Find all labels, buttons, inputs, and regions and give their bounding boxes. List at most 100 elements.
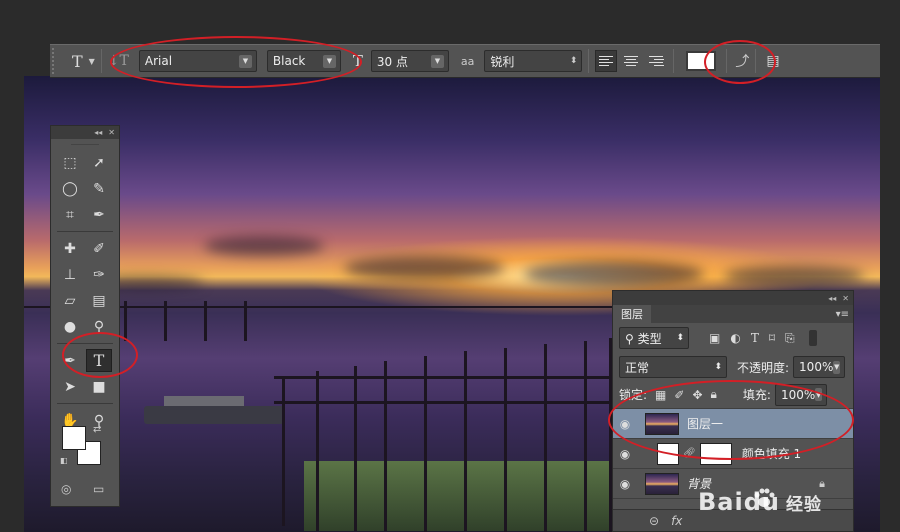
marquee-tool-icon[interactable]: ⬚ (57, 151, 83, 174)
chevron-down-icon: ▼ (430, 54, 444, 68)
link-layers-icon[interactable]: ⊝ (649, 514, 659, 528)
lock-all-icon[interactable]: 🔒︎ (711, 387, 717, 402)
layer-thumbnail (645, 472, 679, 495)
clone-stamp-tool-icon[interactable]: ⊥ (57, 263, 83, 286)
brush-tool-icon[interactable]: ✐ (86, 237, 112, 260)
fence-post (354, 366, 357, 531)
text-color-swatch[interactable] (686, 51, 717, 71)
gradient-tool-icon[interactable]: ▤ (86, 289, 112, 312)
preset-dropdown-arrow[interactable]: ▼ (89, 57, 95, 66)
tab-layers[interactable]: 图层 (613, 305, 651, 323)
move-tool-icon[interactable]: ➚ (86, 151, 112, 174)
font-size-select[interactable]: 30 点 ▼ (370, 50, 449, 72)
fence-post (244, 301, 247, 341)
font-family-select[interactable]: Arial ▼ (138, 50, 257, 72)
adjustment-filter-icon[interactable]: ◐ (730, 331, 740, 345)
antialias-select[interactable]: 锐利 ⬍ (484, 50, 583, 72)
path-select-tool-icon[interactable]: ➤ (57, 375, 83, 398)
filter-value: ⚲ 类型 (625, 331, 662, 346)
fence-post (384, 361, 387, 531)
close-icon[interactable]: ✕ (108, 128, 115, 137)
cloud (344, 256, 504, 280)
separator (673, 49, 675, 73)
pen-tool-icon[interactable]: ✒ (57, 349, 83, 372)
layer-thumbnail (645, 412, 679, 435)
fence-post (204, 301, 207, 341)
visibility-eye-icon[interactable]: ◉ (613, 477, 637, 491)
eyedropper-tool-icon[interactable]: ✒ (86, 203, 112, 226)
quick-select-tool-icon[interactable]: ✎ (86, 177, 112, 200)
rectangle-tool-icon[interactable]: ■ (86, 375, 112, 398)
fence-rail (274, 401, 634, 404)
separator (100, 49, 102, 73)
layers-panel-header[interactable]: ◂◂ ✕ (613, 291, 853, 305)
panel-menu-icon[interactable]: ▾≡ (836, 309, 849, 320)
screen-mode-icon[interactable]: ▭ (93, 482, 104, 496)
lock-pixels-icon[interactable]: ✐ (674, 388, 684, 402)
healing-brush-tool-icon[interactable]: ✚ (57, 237, 83, 260)
eraser-tool-icon[interactable]: ▱ (57, 289, 83, 312)
blend-mode-select[interactable]: 正常 ⬍ (619, 356, 727, 378)
smart-object-filter-icon[interactable]: ⎘ (785, 331, 795, 346)
type-tool-icon[interactable]: T (86, 349, 112, 372)
default-colors-icon[interactable]: ◧ (60, 456, 68, 465)
fill-value: 100% (780, 387, 816, 402)
layer-row[interactable]: ◉ 🔗︎ 颜色填充 1 (613, 439, 853, 469)
font-size-value: 30 点 (376, 54, 409, 69)
collapse-icon[interactable]: ◂◂ (94, 128, 102, 137)
visibility-eye-icon[interactable]: ◉ (613, 417, 637, 431)
lasso-tool-icon[interactable]: ◯ (57, 177, 83, 200)
chevron-down-icon: ▼ (815, 388, 822, 401)
fill-color-thumbnail (657, 442, 679, 465)
close-icon[interactable]: ✕ (842, 294, 849, 303)
layer-row[interactable]: ◉ 图层一 (613, 409, 853, 439)
fence-post (464, 351, 467, 531)
opacity-value: 100% (799, 360, 834, 374)
opacity-field[interactable]: 100% ▼ (793, 356, 846, 378)
foreground-color-swatch[interactable] (62, 426, 86, 450)
dodge-tool-icon[interactable]: ⚲ (86, 315, 112, 338)
blur-tool-icon[interactable]: ● (57, 315, 83, 338)
type-tool-preset-icon[interactable]: T (72, 52, 83, 71)
separator (755, 49, 757, 73)
opacity-label: 不透明度: (737, 360, 790, 375)
align-right-button[interactable] (645, 50, 667, 72)
fill-label: 填充: (742, 388, 771, 402)
align-left-button[interactable] (595, 50, 618, 72)
updown-arrows-icon: ⬍ (714, 362, 722, 372)
type-filter-icon[interactable]: T (751, 331, 759, 345)
history-brush-tool-icon[interactable]: ✑ (86, 263, 112, 286)
lock-position-icon[interactable]: ✥ (692, 388, 702, 402)
fill-field[interactable]: 100% ▼ (774, 383, 827, 406)
lock-label: 锁定: (619, 388, 648, 402)
fence-post (282, 376, 285, 526)
text-orientation-icon[interactable]: ↓T (108, 53, 129, 69)
layer-filter-select[interactable]: ⚲ 类型 ⬍ (619, 327, 689, 349)
shape-filter-icon[interactable]: ⌑ (769, 331, 775, 345)
lock-transparency-icon[interactable]: ▦ (655, 388, 666, 402)
quick-mask-icon[interactable]: ◎ (61, 482, 71, 496)
tools-panel-header[interactable]: ◂◂ ✕ (51, 126, 119, 139)
cloud (204, 236, 324, 256)
link-icon[interactable]: 🔗︎ (683, 448, 696, 459)
pixel-filter-icon[interactable]: ▣ (709, 331, 720, 345)
options-bar-grip[interactable] (52, 48, 66, 74)
filter-toggle[interactable] (808, 330, 817, 346)
warp-text-icon[interactable]: ⤴ (735, 51, 749, 71)
collapse-icon[interactable]: ◂◂ (828, 294, 836, 303)
text-options-bar: T ▼ ↓T Arial ▼ Black ▼ T 30 点 ▼ aa 锐利 ⬍ … (50, 44, 880, 78)
separator (588, 49, 590, 73)
cloud (524, 261, 704, 287)
visibility-eye-icon[interactable]: ◉ (613, 447, 637, 461)
layer-mask-thumbnail (699, 442, 732, 465)
tools-panel: ◂◂ ✕ ⬚ ➚ ◯ ✎ ⌗ ✒ ✚ ✐ ⊥ ✑ ▱ ▤ ● ⚲ ✒ T ➤ ■… (50, 125, 120, 507)
character-panel-icon[interactable]: ▤ (766, 53, 779, 69)
font-style-select[interactable]: Black ▼ (266, 50, 341, 72)
fence-post (544, 344, 547, 532)
fence-post (424, 356, 427, 532)
fx-button[interactable]: fx (671, 514, 682, 528)
align-center-button[interactable] (620, 50, 642, 72)
crop-tool-icon[interactable]: ⌗ (57, 203, 83, 226)
swap-colors-icon[interactable]: ⇄ (93, 424, 101, 435)
font-family-value: Arial (144, 54, 173, 68)
